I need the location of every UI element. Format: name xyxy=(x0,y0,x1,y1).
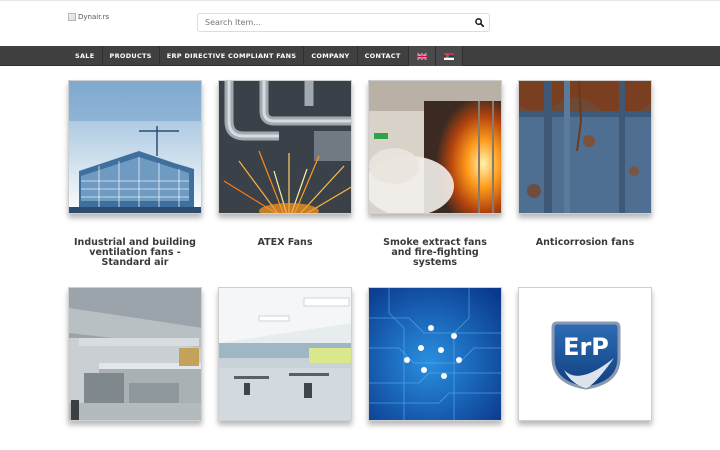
search-input[interactable] xyxy=(198,14,468,31)
search-icon xyxy=(474,18,484,27)
category-image-fire[interactable] xyxy=(368,80,502,214)
category-card-smoke-extract[interactable]: Smoke extract fans and fire-fighting sys… xyxy=(368,80,502,268)
category-title[interactable]: Industrial and building ventilation fans… xyxy=(68,238,202,268)
main-navigation: SALE PRODUCTS ERP DIRECTIVE COMPLIANT FA… xyxy=(0,46,720,66)
category-card-atex[interactable]: ATEX Fans xyxy=(218,80,352,248)
category-image-kitchen[interactable] xyxy=(68,287,202,421)
category-image-circuit[interactable] xyxy=(368,287,502,421)
nav-item-contact[interactable]: CONTACT xyxy=(358,46,409,66)
category-card-kitchen[interactable] xyxy=(68,287,202,445)
erp-logo-text: ErP xyxy=(563,333,609,361)
uk-flag-icon xyxy=(416,52,427,60)
language-serbian[interactable] xyxy=(435,46,463,66)
category-image-erp-logo[interactable]: ErP xyxy=(518,287,652,421)
nav-item-company[interactable]: COMPANY xyxy=(304,46,358,66)
category-card-standard-air[interactable]: Industrial and building ventilation fans… xyxy=(68,80,202,268)
category-title[interactable]: Anticorrosion fans xyxy=(518,238,652,248)
broken-image-icon xyxy=(68,13,76,21)
logo-alt-text: Dynair.rs xyxy=(78,13,110,21)
category-image-atex[interactable] xyxy=(218,80,352,214)
nav-item-erp-fans[interactable]: ERP DIRECTIVE COMPLIANT FANS xyxy=(160,46,305,66)
category-image-construction[interactable] xyxy=(68,80,202,214)
category-title[interactable]: Smoke extract fans and fire-fighting sys… xyxy=(368,238,502,268)
language-english[interactable] xyxy=(408,46,436,66)
category-title[interactable]: ATEX Fans xyxy=(218,238,352,248)
category-image-rust[interactable] xyxy=(518,80,652,214)
site-logo[interactable]: Dynair.rs xyxy=(68,13,109,21)
category-card-erp[interactable]: ErP xyxy=(518,287,652,445)
nav-item-sale[interactable]: SALE xyxy=(68,46,103,66)
category-card-office[interactable] xyxy=(218,287,352,445)
category-card-anticorrosion[interactable]: Anticorrosion fans xyxy=(518,80,652,248)
nav-item-products[interactable]: PRODUCTS xyxy=(103,46,160,66)
category-image-office[interactable] xyxy=(218,287,352,421)
site-header: Dynair.rs xyxy=(0,0,720,46)
search-button[interactable] xyxy=(469,14,489,31)
serbia-flag-icon xyxy=(443,52,454,60)
category-card-digital[interactable] xyxy=(368,287,502,445)
search-box xyxy=(197,13,490,32)
